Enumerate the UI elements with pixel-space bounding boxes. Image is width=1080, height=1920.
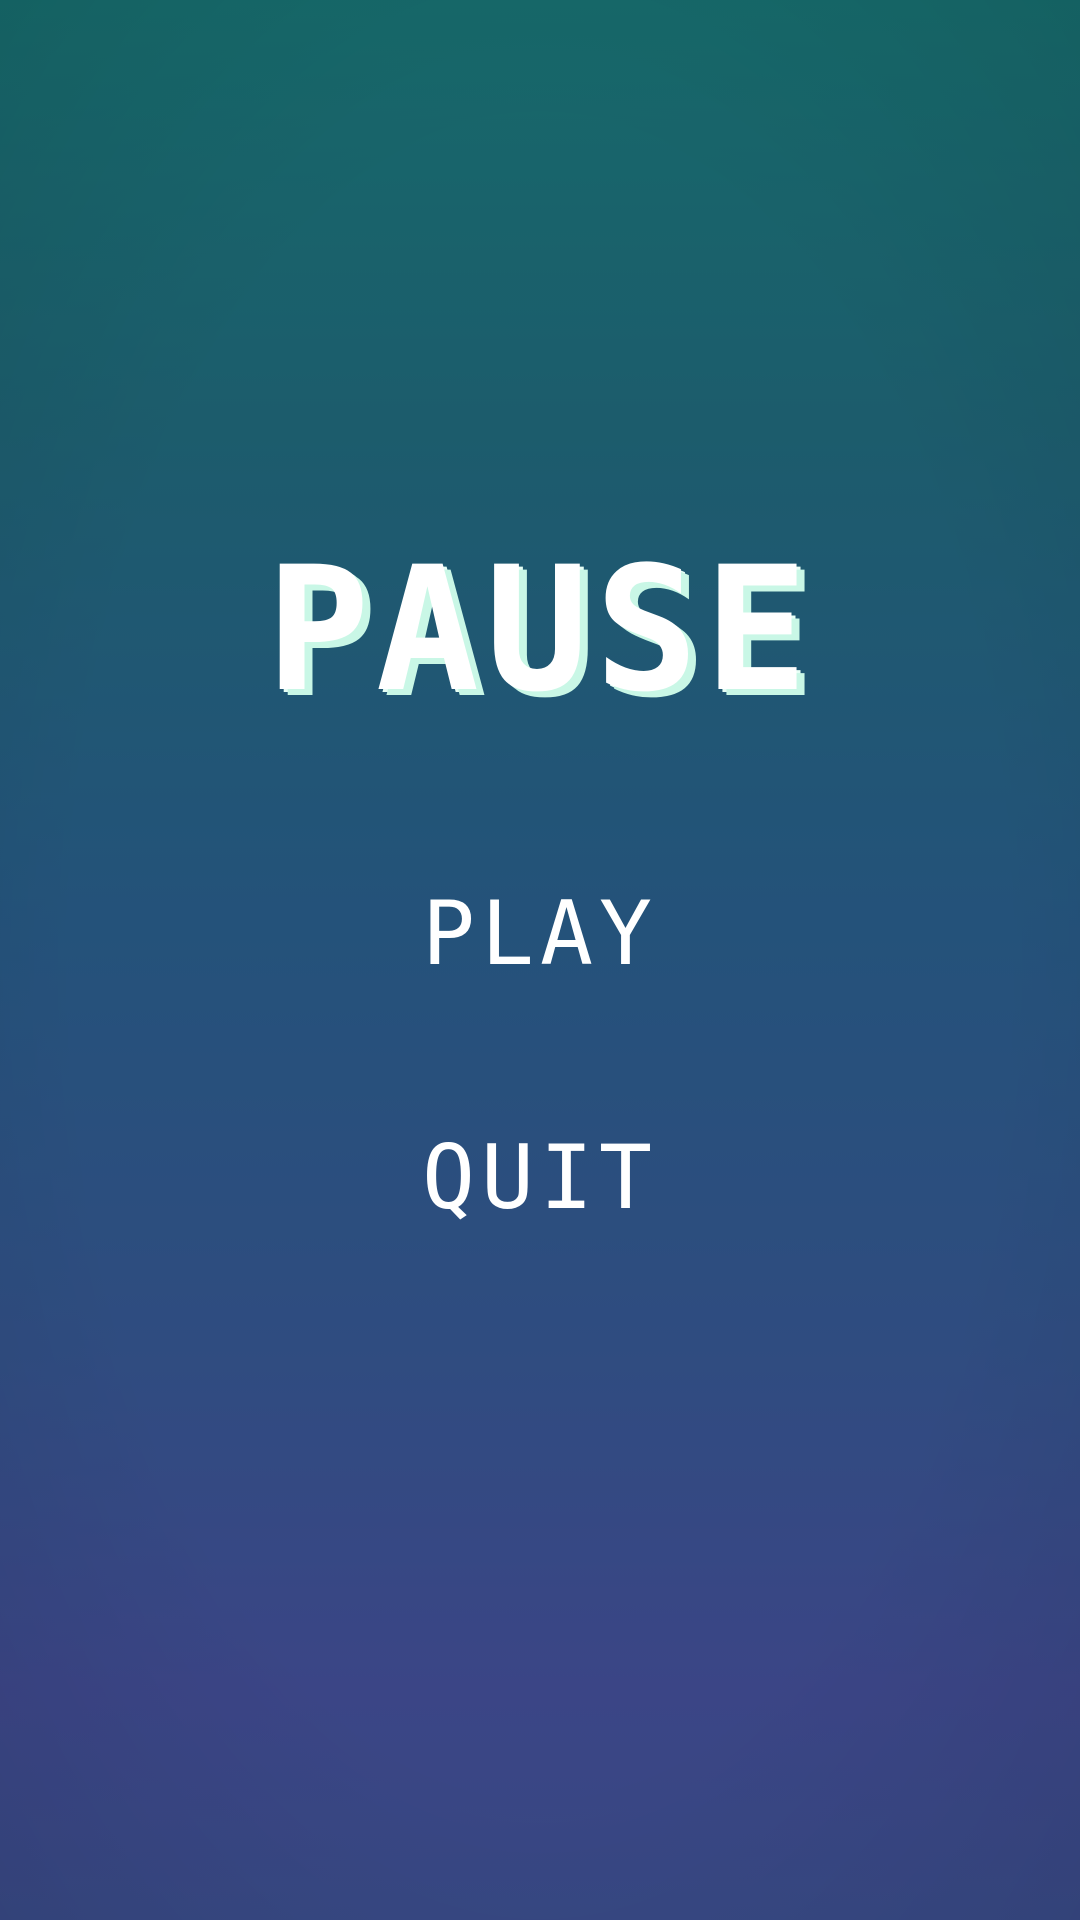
quit-button[interactable]: QUIT xyxy=(0,1128,1080,1228)
play-button[interactable]: PLAY xyxy=(0,884,1080,984)
pause-screen: PAUSE PLAY QUIT xyxy=(0,0,1080,1920)
pause-title: PAUSE xyxy=(266,529,814,730)
